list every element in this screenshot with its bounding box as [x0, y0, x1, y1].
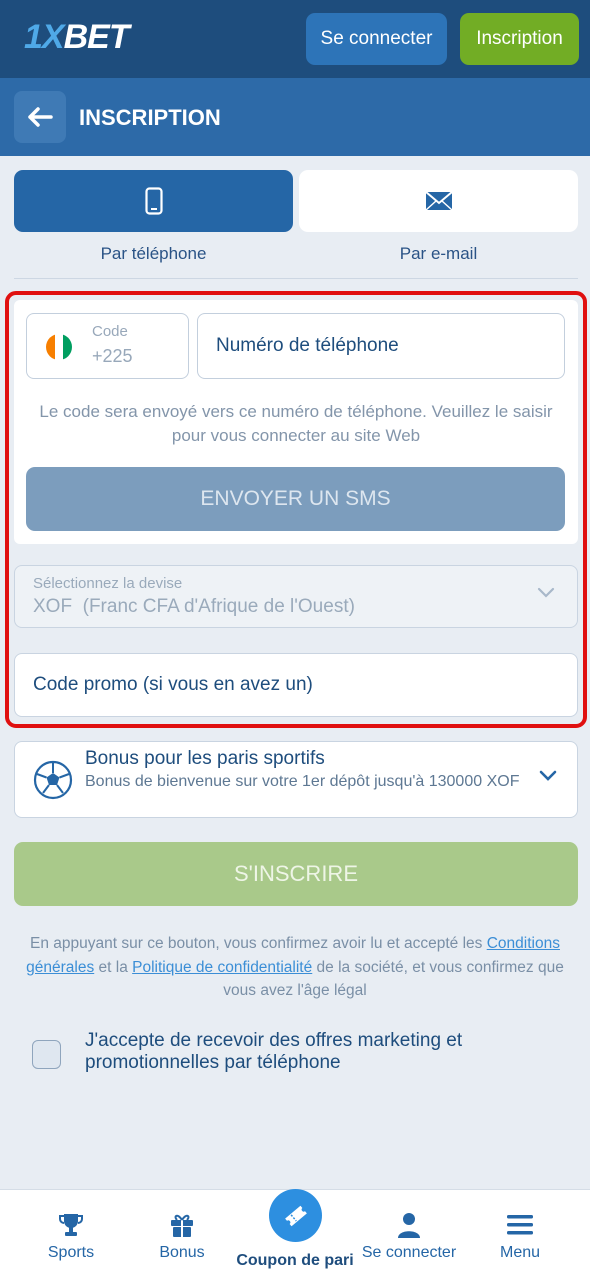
- tab-phone[interactable]: [14, 170, 293, 232]
- user-icon: [398, 1213, 420, 1238]
- page-header: INSCRIPTION: [0, 78, 590, 156]
- divider: [14, 278, 578, 279]
- register-button[interactable]: S'INSCRIRE: [14, 842, 578, 906]
- privacy-policy-link[interactable]: Politique de confidentialité: [132, 959, 312, 976]
- nav-coupon-button[interactable]: [269, 1189, 322, 1242]
- bonus-select[interactable]: Bonus pour les paris sportifs Bonus de b…: [14, 741, 578, 818]
- ticket-icon: [284, 1205, 307, 1226]
- login-button[interactable]: Se connecter: [306, 13, 447, 65]
- bottom-nav: Sports Bonus Coupon de pari Se connecter…: [0, 1189, 590, 1280]
- bonus-description: Bonus de bienvenue sur votre 1er dépôt j…: [85, 773, 520, 790]
- nav-coupon-label[interactable]: Coupon de pari: [230, 1252, 360, 1270]
- chevron-down-icon: [539, 770, 557, 781]
- nav-sports[interactable]: Sports: [16, 1190, 126, 1280]
- nav-login[interactable]: Se connecter: [354, 1190, 464, 1280]
- bonus-title: Bonus pour les paris sportifs: [85, 748, 325, 769]
- trophy-icon: [59, 1214, 83, 1236]
- marketing-checkbox-label[interactable]: J'accepte de recevoir des offres marketi…: [85, 1030, 555, 1074]
- back-button[interactable]: [14, 91, 66, 143]
- arrow-left-icon: [28, 107, 53, 127]
- envelope-icon: [424, 191, 453, 211]
- hamburger-menu-icon: [507, 1215, 533, 1235]
- top-bar: 1XBET Se connecter Inscription: [0, 0, 590, 78]
- phone-icon: [144, 187, 163, 215]
- nav-menu[interactable]: Menu: [465, 1190, 575, 1280]
- brand-logo[interactable]: 1XBET: [24, 18, 130, 57]
- soccer-ball-icon: [33, 760, 73, 800]
- legal-text: En appuyant sur ce bouton, vous confirme…: [26, 935, 564, 999]
- page-title: INSCRIPTION: [79, 105, 221, 130]
- gift-icon: [171, 1214, 193, 1237]
- tab-email-label[interactable]: Par e-mail: [299, 244, 578, 264]
- tab-email[interactable]: [299, 170, 578, 232]
- signup-button[interactable]: Inscription: [460, 13, 579, 65]
- marketing-checkbox[interactable]: [32, 1040, 61, 1069]
- tab-phone-label[interactable]: Par téléphone: [14, 244, 293, 264]
- highlight-frame: [5, 291, 587, 728]
- nav-bonus[interactable]: Bonus: [127, 1190, 237, 1280]
